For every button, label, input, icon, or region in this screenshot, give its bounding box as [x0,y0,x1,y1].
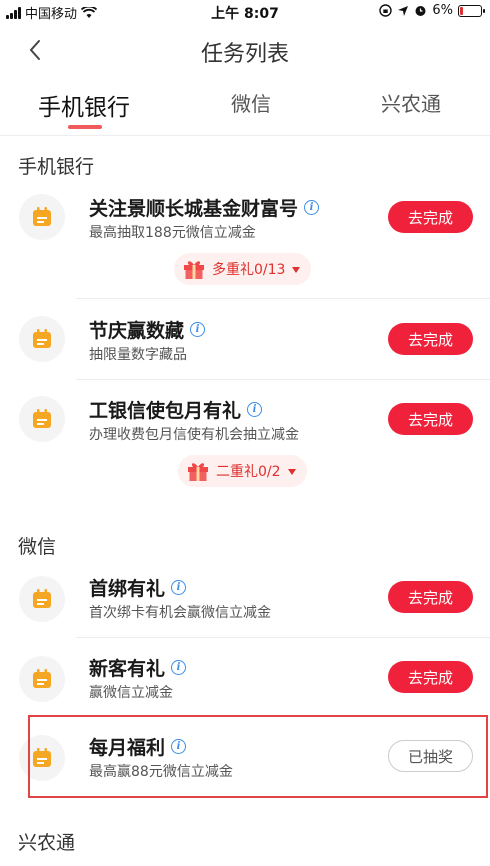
calendar-icon [33,207,51,226]
gift-progress-badge[interactable]: 多重礼0/13 [174,253,312,285]
task-item: 关注景顺长城基金财富号 i 最高抽取188元微信立减金 去完成 多重礼0/13 [0,192,490,297]
section-title-mobile-bank: 手机银行 [18,156,95,178]
task-icon [19,396,65,442]
task-item: 首绑有礼 i 首次绑卡有机会赢微信立减金 去完成 [0,574,490,636]
task-title: 关注景顺长城基金财富号 i [89,194,320,221]
task-title: 工银信使包月有礼 i [89,396,263,423]
task-item: 工银信使包月有礼 i 办理收费包月信使有机会抽立减金 去完成 二重礼0/2 [0,394,490,499]
task-icon [19,576,65,622]
section-title-wechat: 微信 [18,536,57,558]
task-item: 新客有礼 i 赢微信立减金 去完成 [0,654,490,716]
tab-mobile-bank[interactable]: 手机银行 [38,88,130,122]
info-icon[interactable]: i [247,402,263,417]
calendar-icon [33,409,51,428]
location-icon [398,5,409,16]
status-right: 6% [379,3,485,18]
calendar-icon [33,589,51,608]
gift-box-icon [184,261,204,279]
task-title: 新客有礼 i [89,654,187,681]
task-item: 节庆赢数藏 i 抽限量数字藏品 去完成 [0,314,490,378]
gift-progress-label: 二重礼0/2 [216,464,281,480]
task-title: 首绑有礼 i [89,574,187,601]
task-icon [19,194,65,240]
tab-wechat[interactable]: 微信 [231,88,271,117]
highlight-box [28,715,488,798]
task-subtitle: 赢微信立减金 [89,685,173,701]
divider [76,637,490,638]
calendar-icon [33,669,51,688]
task-subtitle: 最高抽取188元微信立减金 [89,225,256,241]
task-subtitle: 办理收费包月信使有机会抽立减金 [89,427,299,443]
active-tab-indicator [68,125,102,129]
task-subtitle: 首次绑卡有机会赢微信立减金 [89,605,271,621]
orientation-lock-icon [379,4,393,17]
info-icon[interactable]: i [171,580,187,595]
go-complete-button[interactable]: 去完成 [388,661,473,693]
task-icon [19,656,65,702]
chevron-down-icon [292,267,301,273]
alarm-icon [415,6,426,16]
go-complete-button[interactable]: 去完成 [388,403,473,435]
divider [76,379,490,380]
task-title: 节庆赢数藏 i [89,316,206,343]
tab-xingnongtong[interactable]: 兴农通 [381,88,441,117]
gift-progress-badge[interactable]: 二重礼0/2 [178,455,307,487]
info-icon[interactable]: i [171,660,187,675]
gift-progress-label: 多重礼0/13 [212,262,286,278]
go-complete-button[interactable]: 去完成 [388,201,473,233]
go-complete-button[interactable]: 去完成 [388,323,473,355]
status-bar: 中国移动 上午 8:07 6% [0,0,490,24]
task-icon [19,316,65,362]
battery-icon [458,4,485,17]
section-title-xingnongtong: 兴农通 [18,832,76,854]
go-complete-button[interactable]: 去完成 [388,581,473,613]
gift-box-icon [188,463,208,481]
page-title: 任务列表 [200,42,289,67]
tab-bar: 手机银行 微信 兴农通 [0,80,490,136]
divider [76,298,490,299]
nav-bar: 任务列表 [0,24,490,78]
task-subtitle: 抽限量数字藏品 [89,347,187,363]
info-icon[interactable]: i [190,322,206,337]
info-icon[interactable]: i [304,200,320,215]
calendar-icon [33,329,51,348]
battery-percent: 6% [432,3,453,18]
chevron-down-icon [287,469,296,475]
